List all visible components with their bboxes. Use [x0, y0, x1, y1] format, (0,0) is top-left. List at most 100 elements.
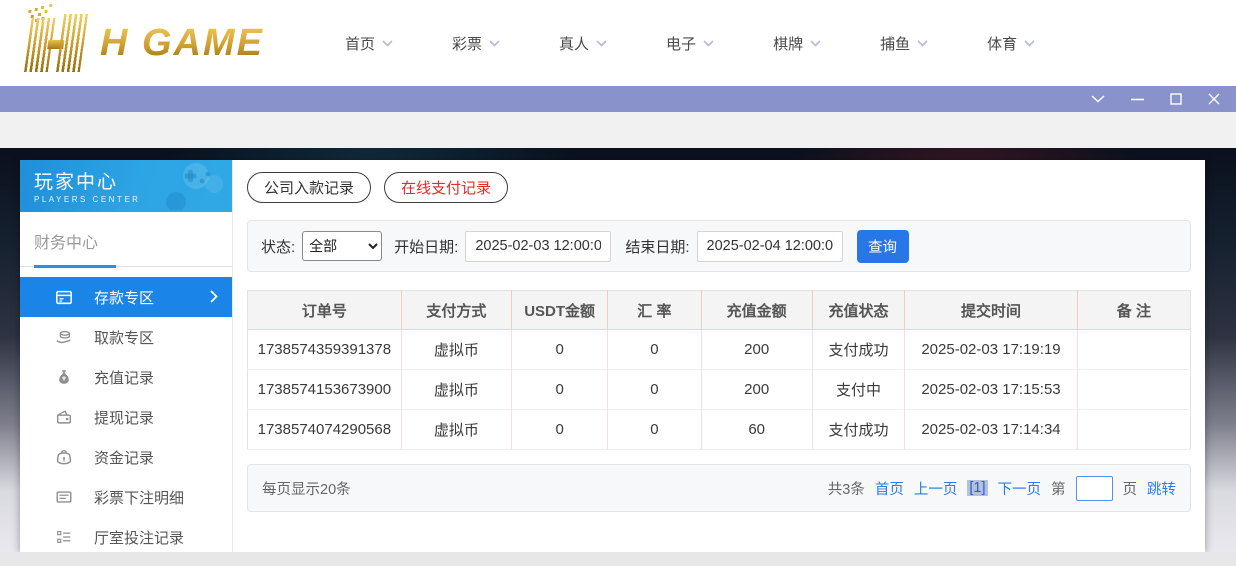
first-page-link[interactable]: 首页 — [875, 478, 904, 499]
end-date-label: 结束日期: — [625, 236, 689, 257]
cell-recharge-amount: 200 — [701, 330, 812, 370]
logo-text: H GAME — [100, 22, 264, 65]
col-order-no: 订单号 — [248, 291, 402, 330]
sidebar-item-deposit-zone[interactable]: 存款专区 — [20, 277, 232, 317]
cell-order-no: 1738574153673900 — [248, 370, 402, 410]
filter-bar: 状态: 全部 开始日期: 结束日期: 查询 — [247, 220, 1191, 272]
window-titlebar — [0, 86, 1236, 112]
list-bullets-icon — [55, 528, 73, 546]
tab-company-deposit-record[interactable]: 公司入款记录 — [247, 172, 371, 203]
sidebar: 玩家中心 PLAYERS CENTER 财务中心 存款专区 取款专区 — [20, 160, 233, 552]
window-maximize-icon[interactable] — [1170, 93, 1182, 105]
sidebar-item-withdraw-zone[interactable]: 取款专区 — [20, 317, 232, 357]
nav-item-lottery[interactable]: 彩票 — [452, 33, 500, 54]
cell-recharge-amount: 60 — [701, 410, 812, 450]
cell-rate: 0 — [608, 410, 701, 450]
nav-item-cards[interactable]: 棋牌 — [773, 33, 821, 54]
chevron-down-icon — [810, 40, 821, 47]
cell-pay-method: 虚拟币 — [401, 370, 511, 410]
sidebar-item-label: 彩票下注明细 — [94, 487, 184, 508]
purse-icon — [55, 448, 73, 466]
page-jump-input[interactable] — [1076, 476, 1113, 501]
total-count-label: 共3条 — [828, 478, 865, 499]
main-content: 公司入款记录 在线支付记录 状态: 全部 开始日期: 结束日期: 查询 — [233, 160, 1205, 552]
site-header: H GAME 首页 彩票 真人 电子 棋牌 — [0, 0, 1236, 86]
table-row: 1738574074290568 虚拟币 0 0 60 支付成功 2025-02… — [248, 410, 1191, 450]
cell-usdt-amount: 0 — [512, 410, 608, 450]
sidebar-section-finance: 财务中心 — [20, 212, 232, 267]
bottom-strip — [0, 552, 1236, 566]
nav-item-home[interactable]: 首页 — [345, 33, 393, 54]
cell-usdt-amount: 0 — [512, 370, 608, 410]
cell-rate: 0 — [608, 330, 701, 370]
sidebar-item-label: 取款专区 — [94, 327, 154, 348]
col-usdt-amount: USDT金额 — [512, 291, 608, 330]
payment-records-table: 订单号 支付方式 USDT金额 汇 率 充值金额 充值状态 提交时间 备 注 1 — [247, 290, 1191, 450]
status-select[interactable]: 全部 — [302, 231, 382, 261]
next-page-link[interactable]: 下一页 — [998, 478, 1042, 499]
window-minimize-icon[interactable] — [1131, 98, 1144, 101]
col-remark: 备 注 — [1077, 291, 1190, 330]
cell-usdt-amount: 0 — [512, 330, 608, 370]
sidebar-item-funds-record[interactable]: 资金记录 — [20, 437, 232, 477]
cell-order-no: 1738574074290568 — [248, 410, 402, 450]
nav-label: 彩票 — [452, 33, 482, 54]
col-recharge-status: 充值状态 — [812, 291, 904, 330]
chevron-right-icon — [210, 290, 218, 303]
cell-recharge-amount: 200 — [701, 370, 812, 410]
tab-online-payment-record[interactable]: 在线支付记录 — [384, 172, 508, 203]
nav-item-slots[interactable]: 电子 — [666, 33, 714, 54]
sidebar-item-lottery-bet-detail[interactable]: 彩票下注明细 — [20, 477, 232, 517]
cell-recharge-status: 支付中 — [812, 370, 904, 410]
chevron-down-icon — [489, 40, 500, 47]
sidebar-item-label: 资金记录 — [94, 447, 154, 468]
cell-rate: 0 — [608, 370, 701, 410]
toolbar-strip — [0, 112, 1236, 148]
cell-remark — [1077, 410, 1190, 450]
jump-suffix-label: 页 — [1123, 478, 1138, 499]
prev-page-link[interactable]: 上一页 — [914, 478, 958, 499]
sidebar-item-hall-bet-record[interactable]: 厅室投注记录 — [20, 517, 232, 557]
main-nav: 首页 彩票 真人 电子 棋牌 捕鱼 — [345, 33, 1035, 54]
record-tabs: 公司入款记录 在线支付记录 — [247, 172, 1191, 203]
ticket-list-icon — [55, 488, 73, 506]
table-row: 1738574153673900 虚拟币 0 0 200 支付中 2025-02… — [248, 370, 1191, 410]
cell-submit-time: 2025-02-03 17:14:34 — [905, 410, 1078, 450]
sidebar-item-label: 充值记录 — [94, 367, 154, 388]
hand-coins-icon — [55, 328, 73, 346]
chevron-down-icon — [596, 40, 607, 47]
nav-label: 电子 — [666, 33, 696, 54]
jump-link[interactable]: 跳转 — [1147, 478, 1176, 499]
window-close-icon[interactable] — [1208, 93, 1220, 105]
current-page-indicator: [1] — [967, 480, 987, 496]
per-page-label: 每页显示20条 — [262, 478, 351, 499]
brand-logo[interactable]: H GAME — [22, 14, 287, 72]
query-button[interactable]: 查询 — [857, 230, 909, 263]
start-date-label: 开始日期: — [394, 236, 458, 257]
cell-order-no: 1738574359391378 — [248, 330, 402, 370]
end-date-input[interactable] — [697, 231, 843, 262]
nav-label: 棋牌 — [773, 33, 803, 54]
start-date-input[interactable] — [465, 231, 611, 262]
nav-item-live[interactable]: 真人 — [559, 33, 607, 54]
money-bag-icon — [55, 368, 73, 386]
wallet-out-icon — [55, 408, 73, 426]
sidebar-item-recharge-record[interactable]: 充值记录 — [20, 357, 232, 397]
sidebar-item-withdrawal-record[interactable]: 提现记录 — [20, 397, 232, 437]
col-recharge-amount: 充值金额 — [701, 291, 812, 330]
chevron-down-icon — [382, 40, 393, 47]
cell-submit-time: 2025-02-03 17:19:19 — [905, 330, 1078, 370]
cell-recharge-status: 支付成功 — [812, 330, 904, 370]
nav-label: 首页 — [345, 33, 375, 54]
window-dropdown-icon[interactable] — [1091, 95, 1105, 103]
col-pay-method: 支付方式 — [401, 291, 511, 330]
nav-label: 捕鱼 — [880, 33, 910, 54]
nav-item-sports[interactable]: 体育 — [987, 33, 1035, 54]
app-window: H GAME 首页 彩票 真人 电子 棋牌 — [0, 0, 1236, 566]
sidebar-item-label: 提现记录 — [94, 407, 154, 428]
cell-pay-method: 虚拟币 — [401, 330, 511, 370]
deposit-card-icon — [55, 288, 73, 306]
sidebar-header: 玩家中心 PLAYERS CENTER — [20, 160, 232, 212]
nav-item-fishing[interactable]: 捕鱼 — [880, 33, 928, 54]
cell-remark — [1077, 330, 1190, 370]
